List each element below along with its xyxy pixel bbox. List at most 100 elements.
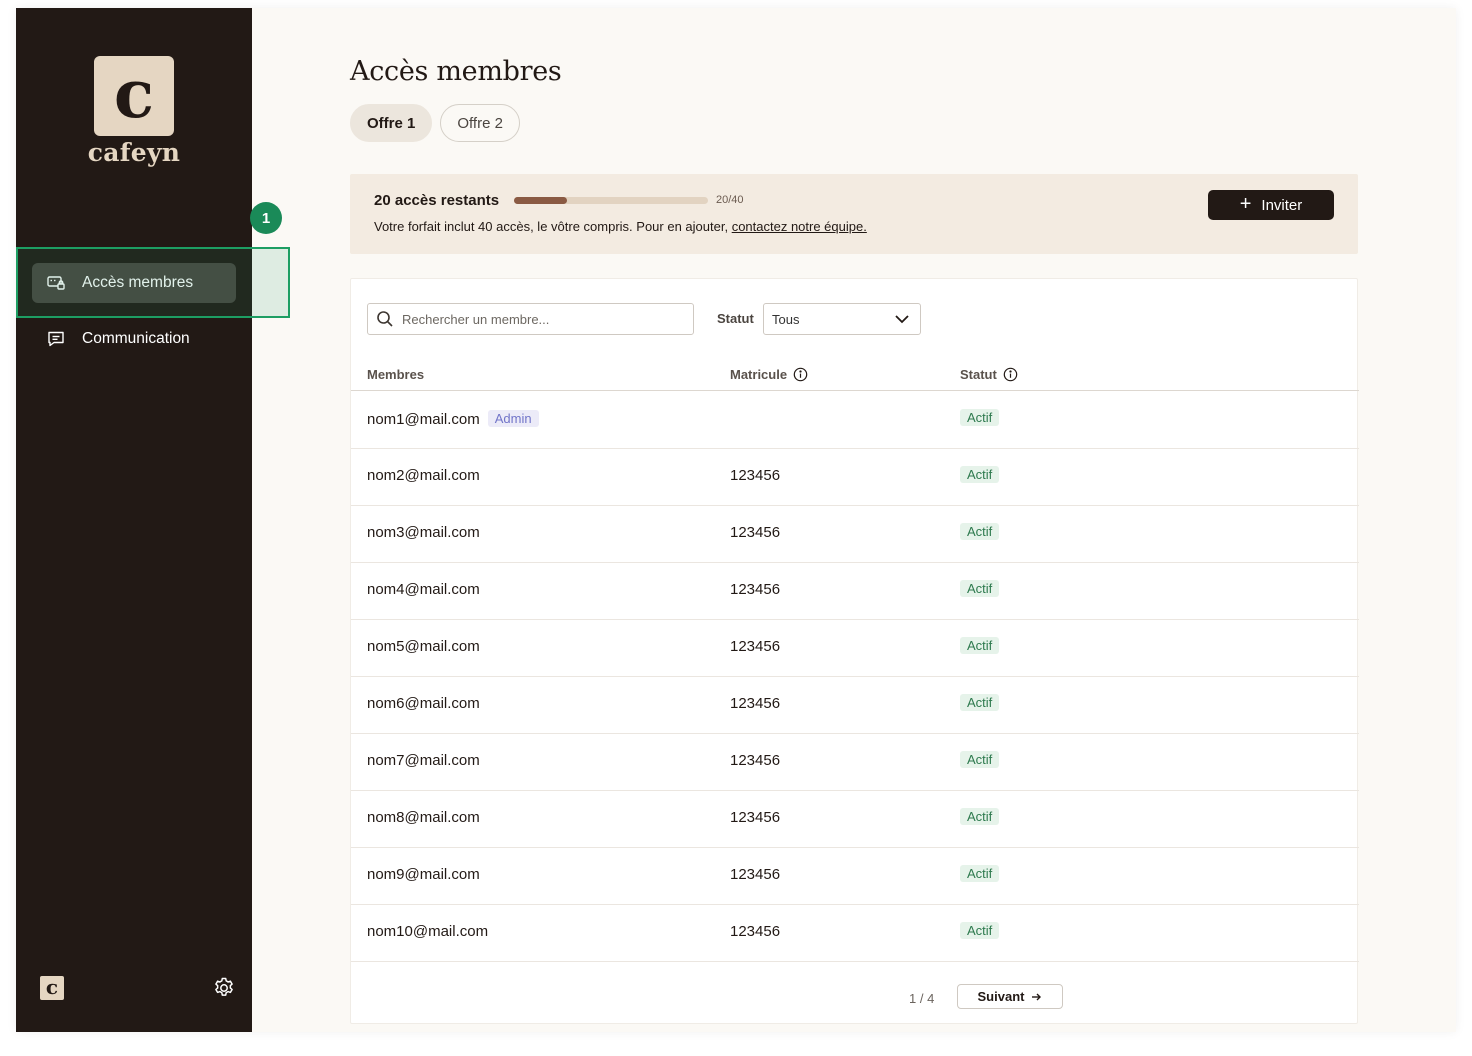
status-badge: Actif (960, 922, 1000, 939)
member-cell: nom9@mail.com (367, 866, 480, 883)
members-access-icon (47, 276, 65, 290)
member-email: nom5@mail.com (367, 638, 480, 655)
status-filter-value: Tous (772, 311, 800, 327)
table-row[interactable]: nom3@mail.com 123456 Actif (351, 506, 1359, 563)
status-cell: Actif (960, 579, 1000, 597)
invite-button[interactable]: + Inviter (1208, 190, 1334, 220)
table-row[interactable]: nom2@mail.com 123456 Actif (351, 449, 1359, 506)
plus-icon: + (1239, 193, 1252, 215)
status-cell: Actif (960, 807, 1000, 825)
status-cell: Actif (960, 750, 1000, 768)
member-email: nom8@mail.com (367, 809, 480, 826)
sidebar-item-communication[interactable]: Communication (32, 319, 236, 359)
sidebar: c cafeyn Accès membres Communication c (16, 8, 252, 1032)
table-row[interactable]: nom1@mail.com Admin Actif (351, 392, 1359, 449)
cafeyn-small-logo[interactable]: c (40, 976, 64, 1000)
member-cell: nom1@mail.com Admin (367, 410, 539, 428)
page-indicator: 1 / 4 (909, 991, 935, 1006)
tab-offre-2[interactable]: Offre 2 (440, 104, 520, 142)
status-badge: Actif (960, 409, 1000, 426)
column-header-membres[interactable]: Membres (367, 367, 424, 382)
member-email: nom6@mail.com (367, 695, 480, 712)
members-card: Statut Tous Membres Matricule Statut nom… (350, 278, 1359, 1024)
tab-offre-1[interactable]: Offre 1 (350, 104, 433, 142)
status-cell: Actif (960, 522, 1000, 540)
sidebar-item-label: Communication (82, 330, 190, 347)
member-cell: nom6@mail.com (367, 695, 480, 712)
member-cell: nom2@mail.com (367, 467, 480, 484)
status-badge: Actif (960, 523, 1000, 540)
gear-icon[interactable] (212, 976, 236, 1000)
admin-badge: Admin (487, 410, 539, 427)
matricule-cell: 123456 (730, 524, 781, 541)
matricule-cell: 123456 (730, 695, 781, 712)
table-header: Membres Matricule Statut (351, 361, 1359, 391)
column-label: Statut (960, 367, 997, 382)
info-icon[interactable] (1003, 367, 1018, 382)
table-row[interactable]: nom8@mail.com 123456 Actif (351, 791, 1359, 848)
table-row[interactable]: nom9@mail.com 123456 Actif (351, 848, 1359, 905)
member-email: nom3@mail.com (367, 524, 480, 541)
access-progress-fill (514, 197, 568, 204)
status-cell: Actif (960, 864, 1000, 882)
status-badge: Actif (960, 808, 1000, 825)
member-cell: nom7@mail.com (367, 752, 480, 769)
pagination: 1 / 4 Suivant (351, 979, 1359, 1019)
logo-letter: c (113, 55, 155, 133)
member-email: nom9@mail.com (367, 866, 480, 883)
status-cell: Actif (960, 465, 1000, 483)
column-label: Membres (367, 367, 425, 382)
member-cell: nom8@mail.com (367, 809, 480, 826)
offer-tabs: Offre 1 Offre 2 (350, 104, 520, 142)
member-email: nom1@mail.com (367, 411, 480, 428)
sidebar-item-label: Accès membres (82, 274, 194, 291)
status-cell: Actif (960, 921, 1000, 939)
cafeyn-logo[interactable]: c (94, 56, 174, 136)
matricule-cell: 123456 (730, 866, 781, 883)
member-cell: nom5@mail.com (367, 638, 480, 655)
member-cell: nom3@mail.com (367, 524, 480, 541)
matricule-cell: 123456 (730, 467, 781, 484)
column-header-statut[interactable]: Statut (960, 367, 1018, 382)
sidebar-item-acces-membres[interactable]: Accès membres (32, 263, 236, 303)
table-row[interactable]: nom5@mail.com 123456 Actif (351, 620, 1359, 677)
contact-team-link[interactable]: contactez notre équipe. (732, 219, 867, 234)
logo-text: cafeyn (87, 138, 181, 167)
status-filter-select[interactable]: Tous (763, 303, 921, 335)
search-input[interactable] (402, 311, 682, 327)
next-label: Suivant (977, 989, 1025, 1004)
status-cell: Actif (960, 693, 1000, 711)
next-page-button[interactable]: Suivant (957, 984, 1063, 1009)
status-filter-label: Statut (717, 311, 754, 326)
chevron-down-icon (895, 315, 909, 324)
banner-text: Votre forfait inclut 40 accès, le vôtre … (374, 219, 732, 234)
status-badge: Actif (960, 580, 1000, 597)
status-badge: Actif (960, 466, 1000, 483)
table-row[interactable]: nom6@mail.com 123456 Actif (351, 677, 1359, 734)
member-email: nom10@mail.com (367, 923, 489, 940)
access-progress-label: 20/40 (716, 194, 744, 206)
search-field[interactable] (367, 303, 694, 335)
status-badge: Actif (960, 694, 1000, 711)
arrow-right-icon (1032, 993, 1042, 1000)
table-row[interactable]: nom7@mail.com 123456 Actif (351, 734, 1359, 791)
matricule-cell: 123456 (730, 752, 781, 769)
status-badge: Actif (960, 865, 1000, 882)
member-email: nom2@mail.com (367, 467, 480, 484)
matricule-cell: 123456 (730, 638, 781, 655)
table-row[interactable]: nom10@mail.com 123456 Actif (351, 905, 1359, 962)
member-email: nom7@mail.com (367, 752, 480, 769)
invite-label: Inviter (1261, 196, 1303, 214)
app-window: c cafeyn Accès membres Communication c 1… (16, 8, 1456, 1032)
column-header-matricule[interactable]: Matricule (730, 367, 808, 382)
small-logo-letter: c (45, 975, 59, 999)
page-title: Accès membres (350, 56, 562, 87)
status-cell: Actif (960, 636, 1000, 654)
table-row[interactable]: nom4@mail.com 123456 Actif (351, 563, 1359, 620)
member-cell: nom10@mail.com (367, 923, 488, 940)
remaining-access-title: 20 accès restants (374, 192, 500, 209)
matricule-cell: 123456 (730, 809, 781, 826)
main-content: Accès membres Offre 1 Offre 2 20 accès r… (252, 8, 1456, 1032)
info-icon[interactable] (793, 367, 808, 382)
status-cell: Actif (960, 408, 1000, 426)
